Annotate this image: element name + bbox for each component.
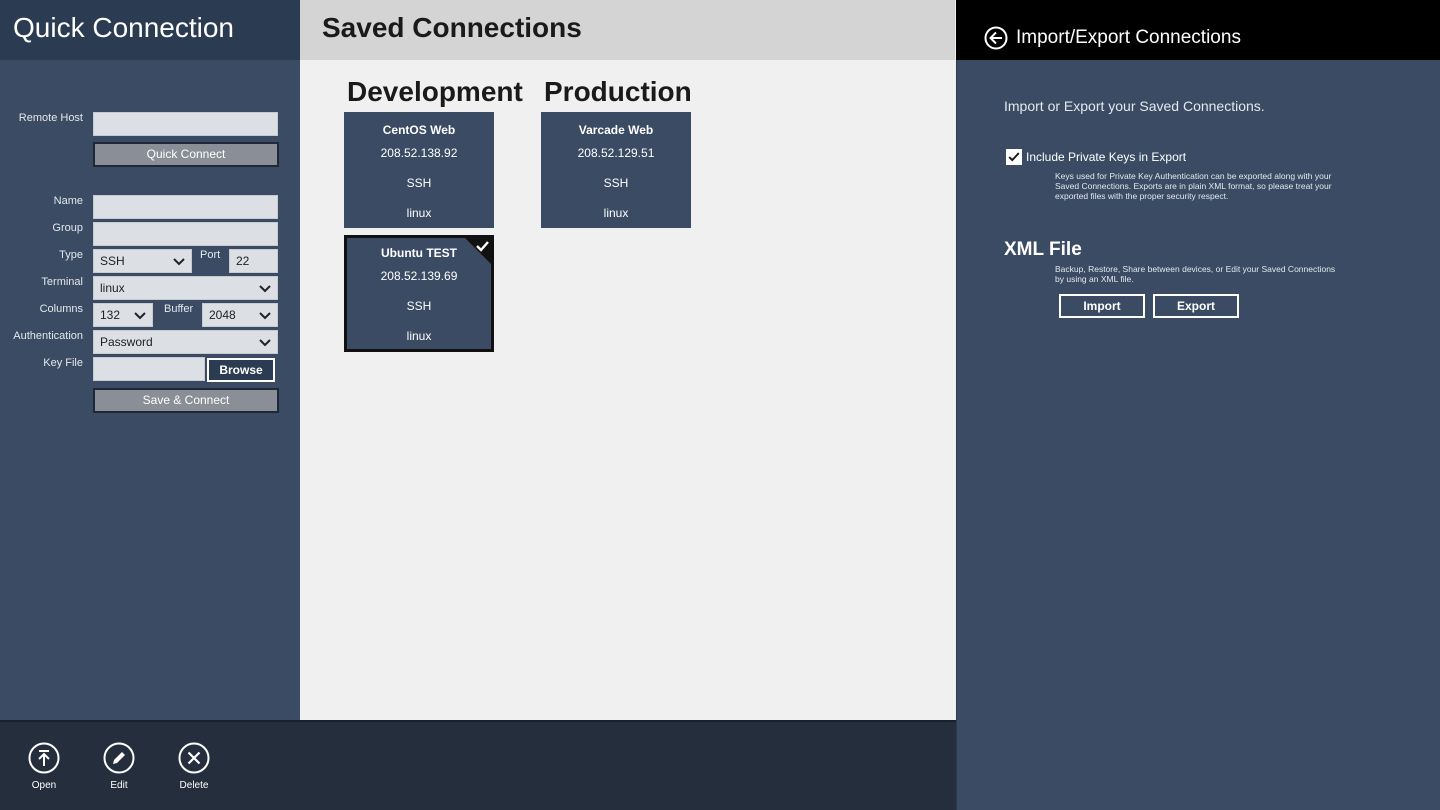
remote-host-input[interactable] [93,112,278,136]
port-label: Port [200,249,221,261]
saved-connections-header: Saved Connections [300,0,955,60]
type-label: Type [59,249,83,261]
port-input[interactable]: 22 [229,249,278,273]
type-select[interactable]: SSH [93,249,192,273]
connection-ip: 208.52.129.51 [577,146,655,160]
import-button[interactable]: Import [1059,294,1145,318]
quick-connection-title: Quick Connection [13,12,235,43]
connection-type: SSH [406,299,432,313]
flyout-title: Import/Export Connections [1016,27,1241,48]
xml-file-description: Backup, Restore, Share between devices, … [1055,264,1336,284]
authentication-label: Authentication [13,330,83,342]
xml-file-heading: XML File [1004,239,1082,260]
connection-tile-selected[interactable]: Ubuntu TEST 208.52.139.69 SSH linux [344,235,494,352]
group-input[interactable] [93,222,278,246]
quick-connection-header: Quick Connection [0,0,300,60]
terminal-label: Terminal [41,276,83,288]
delete-button[interactable]: Delete [169,742,219,791]
name-input[interactable] [93,195,278,219]
browse-button[interactable]: Browse [207,358,275,382]
open-icon [28,742,60,774]
include-private-keys-checkbox[interactable] [1006,149,1022,165]
chevron-down-icon [259,339,271,347]
connection-tile[interactable]: CentOS Web 208.52.138.92 SSH linux [344,112,494,228]
buffer-select[interactable]: 2048 [202,303,278,327]
terminal-select[interactable]: linux [93,276,278,300]
chevron-down-icon [134,312,146,320]
save-connect-button[interactable]: Save & Connect [93,388,279,413]
delete-label: Delete [179,780,209,791]
connection-name: Varcade Web [578,123,654,137]
saved-connections-title: Saved Connections [322,12,582,43]
connection-terminal: linux [406,206,432,220]
edit-button[interactable]: Edit [94,742,144,791]
columns-select[interactable]: 132 [93,303,153,327]
flyout-intro-text: Import or Export your Saved Connections. [1004,98,1265,114]
open-button[interactable]: Open [19,742,69,791]
quick-connect-button[interactable]: Quick Connect [93,142,279,167]
terminal-select-value: linux [100,281,125,295]
connection-name: CentOS Web [382,123,456,137]
connection-ip: 208.52.139.69 [380,269,458,283]
connection-terminal: linux [603,206,629,220]
key-file-label: Key File [43,357,83,369]
back-arrow-icon[interactable] [984,26,1008,50]
chevron-down-icon [259,285,271,293]
open-label: Open [31,780,57,791]
edit-label: Edit [110,780,128,791]
remote-host-label: Remote Host [18,112,83,124]
authentication-select[interactable]: Password [93,330,278,354]
group-title-development[interactable]: Development [347,76,523,108]
key-file-input[interactable] [93,357,205,381]
app-bar: Open Edit Delete [0,720,956,810]
edit-icon [103,742,135,774]
include-private-keys-label[interactable]: Include Private Keys in Export [1026,150,1186,164]
group-title-production[interactable]: Production [544,76,692,108]
checkmark-icon [1008,152,1020,162]
connection-name: Ubuntu TEST [381,246,457,260]
connection-tile[interactable]: Varcade Web 208.52.129.51 SSH linux [541,112,691,228]
columns-select-value: 132 [100,308,121,322]
columns-label: Columns [39,303,83,315]
private-keys-description: Keys used for Private Key Authentication… [1055,171,1332,201]
group-label: Group [52,222,83,234]
buffer-label: Buffer [164,303,194,315]
quick-connection-panel: Remote Host Quick Connect Name Group Typ… [0,60,300,720]
type-select-value: SSH [100,254,125,268]
chevron-down-icon [173,258,185,266]
connection-ip: 208.52.138.92 [380,146,458,160]
name-label: Name [53,195,83,207]
connection-type: SSH [406,176,432,190]
connection-type: SSH [603,176,629,190]
buffer-select-value: 2048 [209,308,236,322]
flyout-body: Import or Export your Saved Connections.… [956,60,1440,810]
delete-icon [178,742,210,774]
authentication-select-value: Password [100,335,153,349]
chevron-down-icon [259,312,271,320]
saved-connections-area: Development Production CentOS Web 208.52… [300,60,955,720]
connection-terminal: linux [406,329,432,343]
flyout-header: Import/Export Connections [956,0,1440,60]
export-button[interactable]: Export [1153,294,1239,318]
